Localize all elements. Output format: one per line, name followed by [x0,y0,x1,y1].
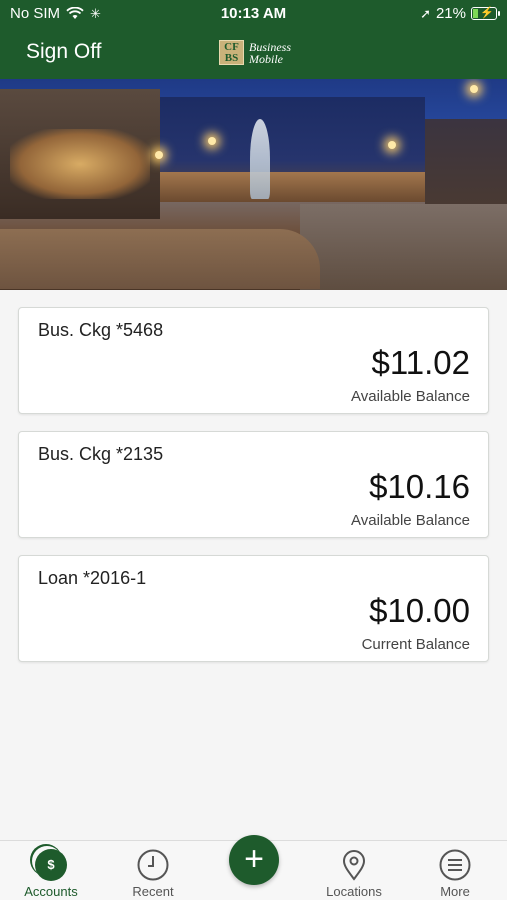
account-name: Loan *2016-1 [38,568,147,588]
tab-label: Accounts [24,884,78,899]
balance-type-label: Available Balance [351,388,470,405]
battery-percent: 21% [435,5,466,22]
plus-icon: + [244,840,264,878]
balance-type-label: Available Balance [351,512,470,529]
status-right: ➚ 21% ⚡ [420,5,500,22]
tab-label: Locations [326,884,382,899]
account-list: Bus. Ckg *5468 $11.02 Available Balance … [18,307,489,679]
logo-text: Business Mobile [249,41,291,65]
sign-off-button[interactable]: Sign Off [26,40,102,64]
location-pin-icon [338,849,370,881]
location-arrow-icon: ➚ [420,5,431,21]
status-bar: No SIM ✳ 10:13 AM ➚ 21% ⚡ [0,0,507,28]
accounts-icon: $ [35,849,67,881]
menu-icon [439,849,471,881]
tab-more[interactable]: More [410,841,500,900]
tab-accounts[interactable]: $ Accounts [6,841,96,900]
tab-locations[interactable]: Locations [309,841,399,900]
account-card[interactable]: Bus. Ckg *2135 $10.16 Available Balance [18,431,489,538]
account-name: Bus. Ckg *2135 [38,444,164,464]
hero-banner-image [0,79,507,290]
tab-recent[interactable]: Recent [108,841,198,900]
add-action-button[interactable]: + [229,835,279,885]
account-name: Bus. Ckg *5468 [38,320,164,340]
logo-mark: CF BS [219,40,244,65]
tab-label: Recent [132,884,174,899]
account-balance: $10.00 [369,592,470,629]
app-logo: CF BS Business Mobile [219,40,291,65]
balance-type-label: Current Balance [361,636,470,653]
account-card[interactable]: Bus. Ckg *5468 $11.02 Available Balance [18,307,489,414]
logo-line1: Business [249,39,291,54]
app-header: Sign Off CF BS Business Mobile [0,28,507,79]
logo-line2: Mobile [249,51,283,66]
clock-icon [137,849,169,881]
account-balance: $10.16 [369,468,470,505]
battery-icon: ⚡ [471,7,500,20]
account-balance: $11.02 [371,344,470,381]
account-card[interactable]: Loan *2016-1 $10.00 Current Balance [18,555,489,662]
tab-label: More [440,884,470,899]
